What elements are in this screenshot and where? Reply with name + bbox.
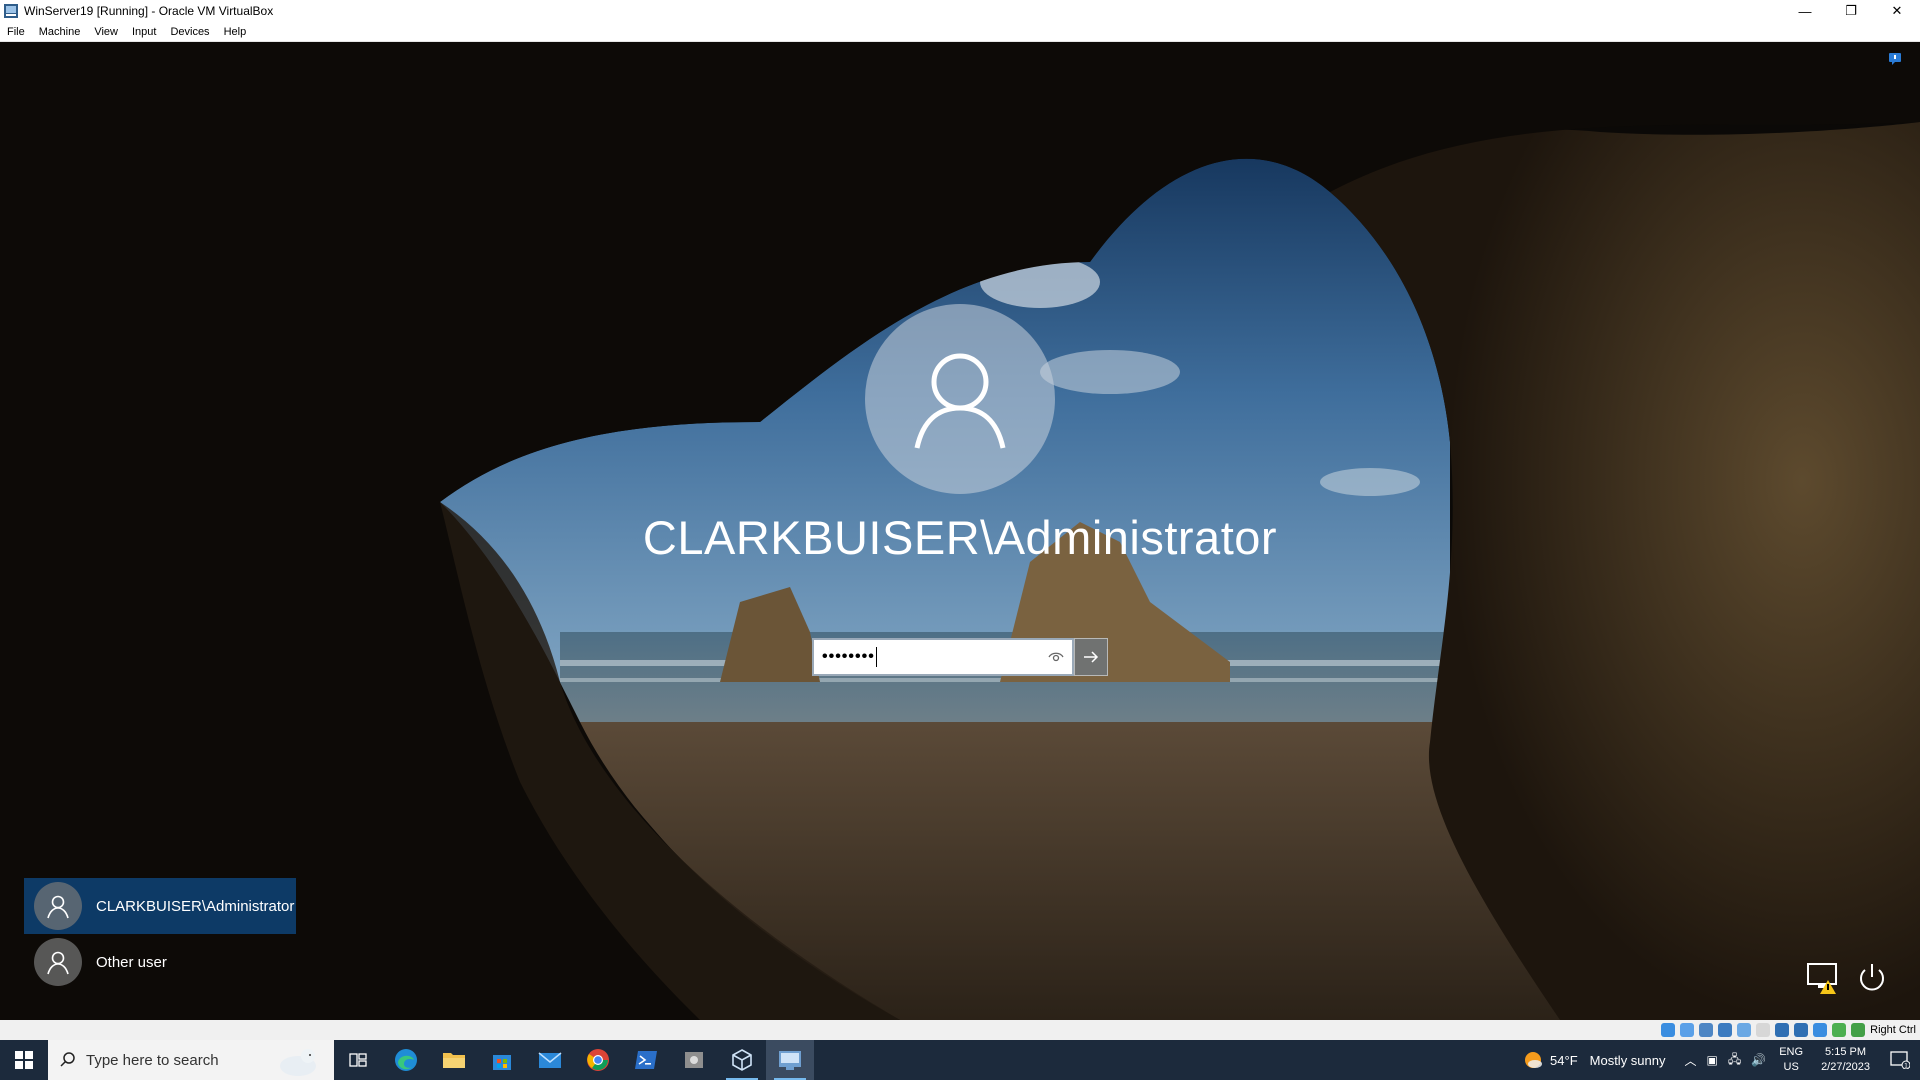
input-language-indicator[interactable]: ENG US bbox=[1779, 1045, 1803, 1075]
audio-icon[interactable] bbox=[1699, 1023, 1714, 1037]
password-entry: •••••••• bbox=[812, 638, 1108, 676]
menu-help[interactable]: Help bbox=[217, 22, 254, 42]
power-icon[interactable] bbox=[1852, 958, 1892, 998]
notification-count: 1 bbox=[1904, 1063, 1908, 1070]
store-icon bbox=[493, 1055, 511, 1070]
password-field[interactable]: •••••••• bbox=[812, 638, 1074, 676]
user-silhouette-icon bbox=[47, 895, 69, 919]
taskbar: Type here to search 54°F Mostly sunny ︿ … bbox=[0, 1040, 1920, 1080]
avatar bbox=[34, 882, 82, 930]
search-placeholder: Type here to search bbox=[86, 1051, 219, 1069]
admin-tool-icon bbox=[685, 1052, 703, 1068]
login-username: CLARKBUISER\Administrator bbox=[642, 511, 1278, 564]
avatar bbox=[34, 938, 82, 986]
arrow-right-icon bbox=[1084, 651, 1099, 663]
tray-icons: ︿ ▣ 🖧 🔊 bbox=[1680, 1050, 1772, 1071]
folder-icon bbox=[443, 1053, 465, 1068]
menu-view[interactable]: View bbox=[87, 22, 125, 42]
window-controls: — ❐ ✕ bbox=[1782, 0, 1920, 22]
taskbar-chrome[interactable] bbox=[574, 1040, 622, 1080]
show-hidden-icons-icon[interactable]: ︿ bbox=[1685, 1052, 1697, 1069]
powershell-icon bbox=[635, 1051, 657, 1069]
menu-file[interactable]: File bbox=[0, 22, 32, 42]
optical-drive-icon[interactable] bbox=[1680, 1023, 1695, 1037]
taskbar-search-box[interactable]: Type here to search bbox=[48, 1040, 334, 1080]
user-avatar-large bbox=[865, 304, 1055, 494]
vbox-notification-icon[interactable] bbox=[1888, 52, 1902, 66]
shared-folders-icon[interactable] bbox=[1756, 1023, 1771, 1037]
reveal-password-icon[interactable] bbox=[1048, 650, 1064, 664]
task-view-icon bbox=[349, 1053, 367, 1067]
vm-menubar: File Machine View Input Devices Help bbox=[0, 22, 1920, 42]
close-button[interactable]: ✕ bbox=[1874, 0, 1920, 22]
minimize-button[interactable]: — bbox=[1782, 0, 1828, 22]
virtualbox-icon bbox=[732, 1049, 752, 1071]
vm-display[interactable]: CLARKBUISER\Administrator •••••••• CLARK… bbox=[0, 42, 1920, 1020]
taskbar-clock[interactable]: 5:15 PM 2/27/2023 bbox=[1821, 1045, 1870, 1075]
system-tray: 54°F Mostly sunny ︿ ▣ 🖧 🔊 ENG US 5:15 PM… bbox=[1522, 1040, 1920, 1080]
start-button[interactable] bbox=[0, 1040, 48, 1080]
server-vm-icon bbox=[779, 1051, 801, 1070]
virtualbox-app-icon bbox=[4, 4, 18, 18]
mail-icon bbox=[538, 1052, 562, 1068]
windows-logo-icon bbox=[15, 1051, 33, 1069]
network-icon[interactable] bbox=[1718, 1023, 1733, 1037]
password-mask: •••••••• bbox=[822, 648, 875, 665]
taskbar-mail[interactable] bbox=[526, 1040, 574, 1080]
taskbar-virtualbox[interactable] bbox=[718, 1040, 766, 1080]
user-silhouette-icon bbox=[47, 951, 69, 975]
search-highlight-bear-icon bbox=[280, 1049, 316, 1076]
user-tile-label: Other user bbox=[96, 953, 167, 971]
weather-condition: Mostly sunny bbox=[1589, 1052, 1666, 1068]
mouse-integration-icon[interactable] bbox=[1832, 1023, 1847, 1037]
user-tile-label: CLARKBUISER\Administrator bbox=[96, 897, 295, 915]
text-caret bbox=[875, 647, 877, 667]
menu-machine[interactable]: Machine bbox=[32, 22, 88, 42]
host-key-label: Right Ctrl bbox=[1870, 1024, 1916, 1036]
action-center-button[interactable]: 1 bbox=[1880, 1040, 1920, 1080]
notification-icon: 1 bbox=[1890, 1051, 1910, 1069]
user-tile-administrator[interactable]: CLARKBUISER\Administrator bbox=[24, 878, 296, 934]
window-title: WinServer19 [Running] - Oracle VM Virtua… bbox=[24, 4, 274, 18]
network-warning-icon[interactable] bbox=[1804, 958, 1844, 998]
chrome-icon bbox=[587, 1049, 609, 1071]
usb-icon[interactable] bbox=[1737, 1023, 1752, 1037]
meet-now-icon[interactable]: ▣ bbox=[1707, 1053, 1718, 1067]
display-icon[interactable] bbox=[1775, 1023, 1790, 1037]
menu-devices[interactable]: Devices bbox=[163, 22, 216, 42]
taskbar-file-explorer[interactable] bbox=[430, 1040, 478, 1080]
clock-date: 2/27/2023 bbox=[1821, 1061, 1870, 1073]
submit-arrow-button[interactable] bbox=[1074, 638, 1108, 676]
user-tile-other-user[interactable]: Other user bbox=[24, 934, 296, 990]
weather-sunny-icon bbox=[1525, 1052, 1543, 1068]
edge-icon bbox=[395, 1049, 417, 1071]
network-tray-icon[interactable]: 🖧 bbox=[1728, 1050, 1741, 1071]
recording-icon[interactable] bbox=[1794, 1023, 1809, 1037]
taskbar-edge[interactable] bbox=[382, 1040, 430, 1080]
lang-code: ENG bbox=[1779, 1046, 1804, 1058]
clock-time: 5:15 PM bbox=[1825, 1046, 1867, 1058]
taskbar-store[interactable] bbox=[478, 1040, 526, 1080]
vbox-statusbar: Right Ctrl bbox=[0, 1020, 1920, 1040]
volume-icon[interactable]: 🔊 bbox=[1751, 1053, 1766, 1067]
window-titlebar: WinServer19 [Running] - Oracle VM Virtua… bbox=[0, 0, 1920, 22]
taskbar-winserver-vm[interactable] bbox=[766, 1040, 814, 1080]
restore-button[interactable]: ❐ bbox=[1828, 0, 1874, 22]
menu-input[interactable]: Input bbox=[125, 22, 163, 42]
user-silhouette-icon bbox=[914, 353, 1006, 449]
taskbar-admin-tool[interactable] bbox=[670, 1040, 718, 1080]
taskbar-powershell[interactable] bbox=[622, 1040, 670, 1080]
task-view-button[interactable] bbox=[334, 1040, 382, 1080]
weather-widget[interactable]: 54°F Mostly sunny bbox=[1522, 1049, 1666, 1071]
keyboard-capture-icon[interactable] bbox=[1851, 1023, 1866, 1037]
lang-region: US bbox=[1783, 1061, 1799, 1073]
harddisk-icon[interactable] bbox=[1661, 1023, 1676, 1037]
user-switch-list: CLARKBUISER\Administrator Other user bbox=[24, 878, 296, 990]
cpu-icon[interactable] bbox=[1813, 1023, 1828, 1037]
weather-temperature: 54°F bbox=[1550, 1052, 1578, 1068]
search-icon bbox=[60, 1052, 75, 1067]
